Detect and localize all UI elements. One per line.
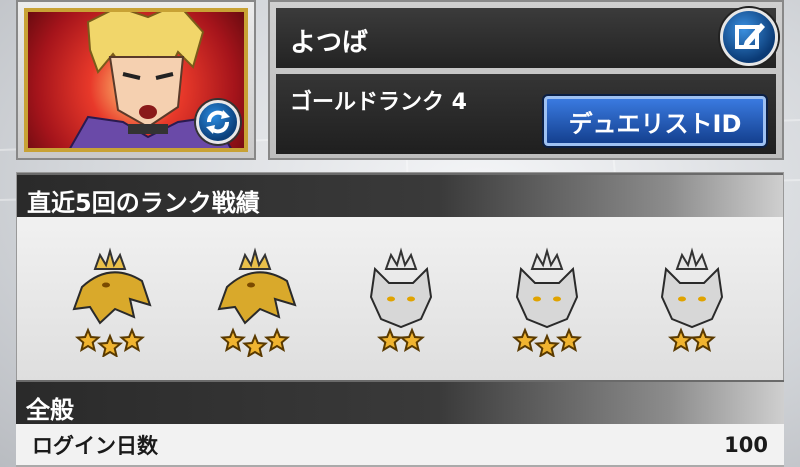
star-icon (118, 327, 145, 352)
rank-medal-2 (205, 247, 305, 358)
recent-rank-header: 直近5回のランク戦績 (17, 173, 783, 217)
star-icon (398, 327, 425, 352)
general-section-header: 全般 (16, 380, 784, 424)
crown-icon (675, 247, 709, 270)
rank-medal-1 (60, 247, 160, 358)
wolf-icon (515, 266, 578, 329)
star-icon (74, 327, 101, 352)
eagle-icon (72, 271, 152, 325)
crown-icon (238, 247, 272, 270)
profile-panel: よつば ゴールドランク 4 デュエリストID (268, 0, 784, 160)
star-icon (533, 333, 560, 358)
change-avatar-button[interactable] (196, 100, 240, 144)
crown-icon (384, 247, 418, 270)
login-days-value: 100 (724, 432, 768, 457)
refresh-icon (206, 110, 230, 134)
star-icon (690, 327, 717, 352)
player-name: よつば (290, 28, 369, 58)
wolf-icon (661, 266, 724, 329)
edit-name-button[interactable] (720, 8, 778, 66)
star-icon (511, 327, 538, 352)
star-icon (555, 327, 582, 352)
duelist-id-button[interactable]: デュエリストID (544, 96, 766, 146)
login-days-row: ログイン日数 100 (16, 424, 784, 467)
recent-rank-section: 直近5回のランク戦績 (16, 172, 784, 384)
rank-medal-3 (351, 247, 451, 357)
name-bar: よつば (276, 8, 778, 68)
avatar (24, 8, 248, 152)
rank-medal-4 (497, 247, 597, 358)
crown-icon (530, 247, 563, 270)
star-icon (376, 327, 403, 352)
star-icon (668, 327, 695, 352)
rank-text: ゴールドランク 4 (290, 90, 467, 115)
wolf-icon (369, 266, 433, 329)
login-days-label: ログイン日数 (32, 433, 158, 458)
rank-bar: ゴールドランク 4 デュエリストID (276, 74, 776, 154)
avatar-frame[interactable] (16, 0, 256, 160)
star-icon (96, 333, 123, 358)
rank-medal-5 (642, 247, 742, 357)
star-icon (242, 333, 269, 358)
eagle-icon (217, 271, 297, 325)
medals-row (17, 219, 785, 385)
edit-icon (735, 23, 765, 49)
star-icon (264, 327, 291, 352)
crown-icon (93, 247, 127, 270)
star-icon (220, 327, 247, 352)
